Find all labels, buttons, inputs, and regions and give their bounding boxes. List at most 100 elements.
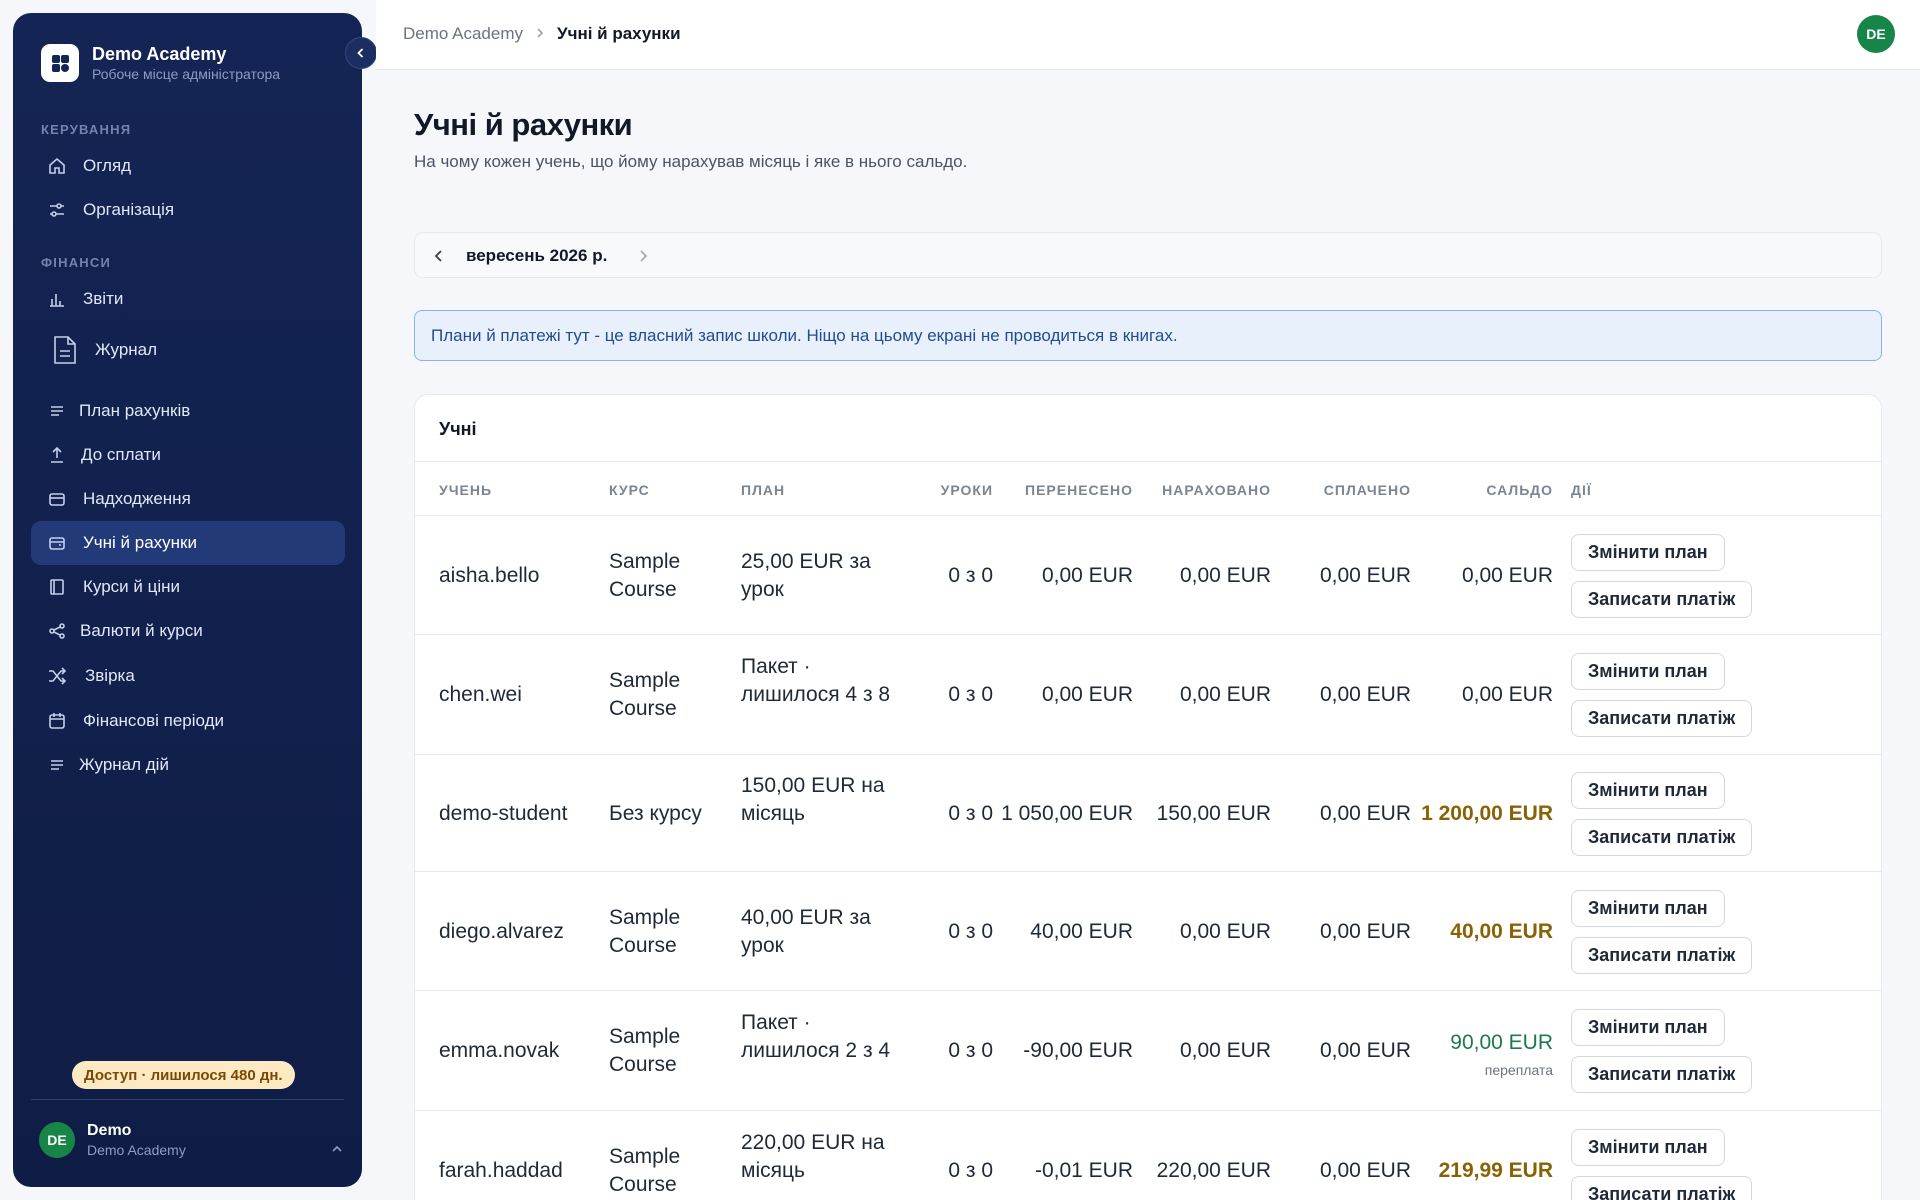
chevron-left-icon: [357, 48, 364, 58]
cell-balance: 1 200,00 EUR: [1421, 801, 1553, 825]
table-row: diego.alvarez Sample Course 40,00 EUR за у…: [415, 872, 1881, 991]
brand[interactable]: Demo Academy Робоче місце адміністратора: [41, 43, 280, 83]
record-payment-button[interactable]: Записати платіж: [1571, 818, 1753, 856]
sidebar-item-label: Курси й ціни: [83, 577, 181, 596]
sidebar-item-students-accounts[interactable]: Учні й рахунки: [31, 521, 345, 565]
column-header-charged: НАРАХОВАНО: [1162, 482, 1271, 498]
cell-course: Sample Course: [609, 1145, 681, 1196]
cell-carried: 40,00 EUR: [1030, 919, 1133, 943]
sidebar-item-label: Звірка: [85, 666, 135, 685]
record-payment-button[interactable]: Записати платіж: [1571, 936, 1753, 974]
month-selector: вересень 2026 р.: [414, 232, 1882, 278]
column-header-student: УЧЕНЬ: [439, 482, 493, 498]
cell-carried: 0,00 EUR: [1041, 563, 1133, 587]
sidebar-item-label: Фінансові періоди: [83, 711, 224, 730]
cell-plan: Пакет · лишилося 4 з 8: [741, 655, 891, 706]
cell-lessons: 0 з 0: [948, 801, 993, 825]
chevron-right-icon[interactable]: [633, 246, 653, 266]
sidebar-divider: [31, 1099, 344, 1100]
change-plan-button[interactable]: Змінити план: [1571, 1129, 1725, 1166]
cell-paid: 0,00 EUR: [1319, 1159, 1411, 1182]
page-title: Учні й рахунки: [414, 107, 633, 142]
breadcrumb-current: Учні й рахунки: [557, 24, 681, 43]
table-row: emma.novak Sample Course Пакет · лишилося …: [415, 991, 1881, 1111]
cell-carried: 1 050,00 EUR: [1001, 801, 1133, 825]
balance-note: переплата: [1484, 1062, 1553, 1078]
cell-carried: 0,00 EUR: [1041, 683, 1133, 706]
cell-paid: 0,00 EUR: [1319, 563, 1411, 587]
cell-charged: 0,00 EUR: [1179, 919, 1271, 943]
cell-charged: 220,00 EUR: [1156, 1159, 1271, 1182]
chevron-up-icon[interactable]: [331, 1143, 343, 1155]
sidebar-item-reports[interactable]: Звіти: [31, 277, 345, 321]
sidebar-item-chart-of-accounts[interactable]: План рахунків: [31, 389, 345, 433]
cell-plan: 220,00 EUR на місяць: [741, 1131, 885, 1182]
sidebar-item-label: Журнал: [95, 340, 158, 359]
sidebar-item-receipts[interactable]: Надходження: [31, 477, 345, 521]
sidebar-item-currencies[interactable]: Валюти й курси: [31, 609, 345, 653]
cell-balance: 90,00 EUR: [1450, 1030, 1553, 1054]
cell-lessons: 0 з 0: [948, 919, 993, 943]
change-plan-button[interactable]: Змінити план: [1571, 889, 1725, 927]
record-payment-button[interactable]: Записати платіж: [1571, 1056, 1753, 1093]
column-header-carried: ПЕРЕНЕСЕНО: [1025, 482, 1133, 498]
cell-carried: -0,01 EUR: [1034, 1159, 1133, 1182]
avatar[interactable]: DE: [1857, 15, 1895, 53]
avatar: DE: [39, 1122, 75, 1158]
wallet-icon: [47, 489, 67, 509]
cell-charged: 150,00 EUR: [1156, 801, 1271, 825]
sidebar-item-label: Надходження: [83, 489, 191, 508]
cell-student: farah.haddad: [439, 1159, 563, 1182]
sidebar-item-reconciliation[interactable]: Звірка: [31, 654, 345, 698]
cell-balance: 0,00 EUR: [1461, 563, 1553, 587]
brand-name: Demo Academy: [92, 44, 227, 64]
column-header-balance: САЛЬДО: [1486, 482, 1553, 498]
change-plan-button[interactable]: Змінити план: [1571, 771, 1725, 809]
column-header-course: КУРС: [609, 482, 650, 498]
section-label-finance: ФІНАНСИ: [41, 255, 112, 270]
change-plan-button[interactable]: Змінити план: [1571, 533, 1725, 571]
cell-student: diego.alvarez: [439, 919, 564, 943]
cell-student: demo-student: [439, 801, 568, 825]
sidebar-item-label: До сплати: [81, 445, 161, 464]
brand-logo-icon: [41, 44, 79, 82]
sidebar-item-courses-prices[interactable]: Курси й ціни: [31, 565, 345, 609]
sidebar-item-overview[interactable]: Огляд: [31, 144, 345, 188]
sidebar-item-financial-periods[interactable]: Фінансові періоди: [31, 699, 345, 743]
cell-lessons: 0 з 0: [948, 563, 993, 587]
table-title: Учні: [439, 419, 477, 439]
table-row: aisha.bello Sample Course 25,00 EUR за уро…: [415, 516, 1881, 635]
user-menu[interactable]: DE Demo Demo Academy: [39, 1121, 186, 1159]
sidebar-item-label: План рахунків: [79, 401, 191, 420]
record-payment-button[interactable]: Записати платіж: [1571, 580, 1753, 618]
column-header-lessons: УРОКИ: [940, 482, 993, 498]
record-payment-button[interactable]: Записати платіж: [1571, 1176, 1753, 1200]
change-plan-button[interactable]: Змінити план: [1571, 653, 1725, 690]
cell-student: aisha.bello: [439, 563, 540, 587]
sidebar-item-organization[interactable]: Організація: [31, 188, 345, 232]
cell-charged: 0,00 EUR: [1179, 563, 1271, 587]
sidebar-item-label: Журнал дій: [79, 755, 169, 774]
cell-course: Sample Course: [609, 669, 681, 720]
record-payment-button[interactable]: Записати платіж: [1571, 700, 1753, 737]
breadcrumb-root[interactable]: Demo Academy: [403, 24, 523, 44]
table-row: farah.haddad Sample Course 220,00 EUR на м…: [415, 1111, 1881, 1200]
sidebar-item-journal[interactable]: Журнал: [31, 325, 345, 375]
cell-course: Sample Course: [609, 1025, 681, 1076]
change-plan-button[interactable]: Змінити план: [1571, 1009, 1725, 1046]
cell-course: Без курсу: [609, 801, 702, 825]
column-header-plan: ПЛАН: [741, 482, 786, 498]
user-org: Demo Academy: [87, 1142, 186, 1158]
sliders-icon: [47, 200, 67, 220]
book-icon: [47, 577, 67, 597]
chevron-left-icon[interactable]: [429, 246, 449, 266]
collapse-sidebar-button[interactable]: [345, 37, 377, 69]
cell-paid: 0,00 EUR: [1319, 1039, 1411, 1062]
sidebar-item-label: Учні й рахунки: [83, 533, 197, 552]
sidebar-item-payables[interactable]: До сплати: [31, 433, 345, 477]
cell-balance: 219,99 EUR: [1438, 1159, 1553, 1182]
sidebar-item-label: Звіти: [83, 289, 124, 308]
info-notice: Плани й платежі тут - це власний запис ш…: [414, 310, 1882, 361]
user-name: Demo: [87, 1122, 132, 1139]
sidebar-item-activity-log[interactable]: Журнал дій: [31, 743, 345, 787]
